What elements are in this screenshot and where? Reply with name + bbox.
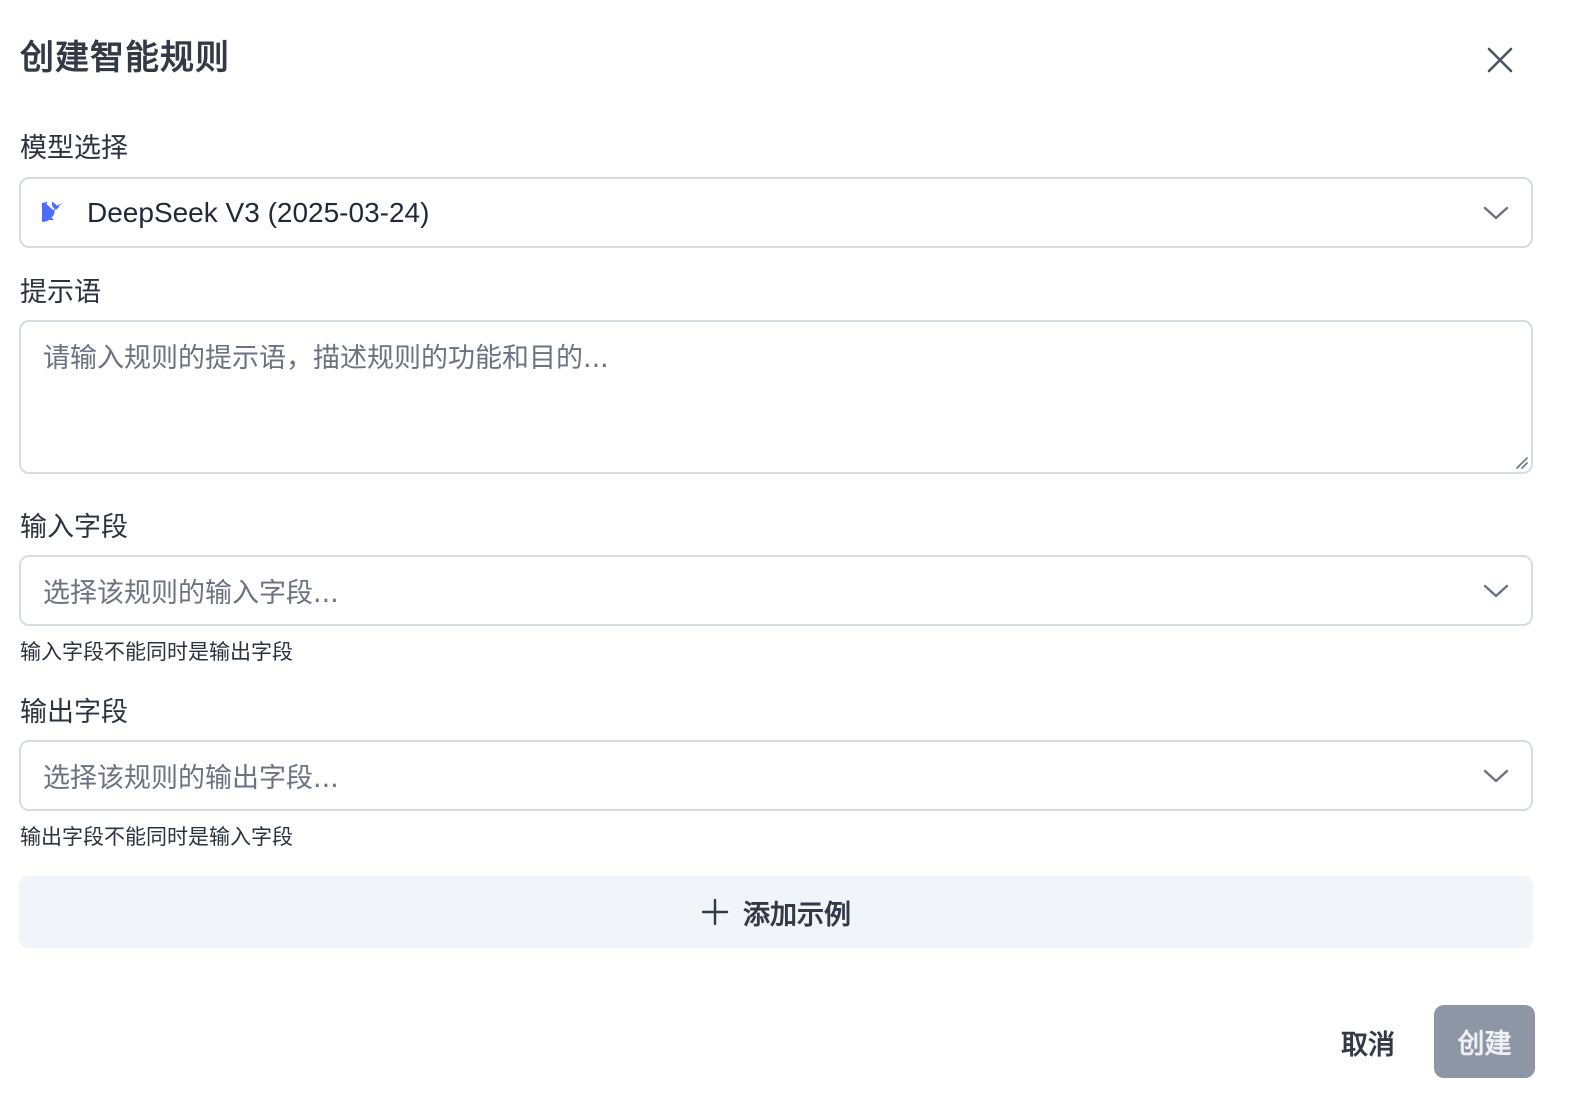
input-fields-placeholder: 选择该规则的输入字段...	[43, 578, 339, 609]
output-fields-select[interactable]: 选择该规则的输出字段...	[19, 740, 1533, 811]
prompt-placeholder: 请输入规则的提示语，描述规则的功能和目的...	[43, 343, 609, 374]
model-select-label: 模型选择	[20, 133, 128, 164]
dialog-title: 创建智能规则	[20, 38, 230, 78]
close-button[interactable]	[1478, 38, 1522, 82]
chevron-down-icon	[1481, 198, 1511, 228]
chevron-down-icon	[1481, 576, 1511, 606]
input-fields-select[interactable]: 选择该规则的输入字段...	[19, 555, 1533, 626]
add-example-label: 添加示例	[743, 899, 851, 931]
deepseek-whale-icon	[41, 197, 73, 229]
output-fields-placeholder: 选择该规则的输出字段...	[43, 763, 339, 794]
output-fields-label: 输出字段	[20, 697, 128, 728]
model-select-value: DeepSeek V3 (2025-03-24)	[87, 196, 430, 228]
chevron-down-icon	[1481, 761, 1511, 791]
prompt-textarea[interactable]: 请输入规则的提示语，描述规则的功能和目的...	[19, 320, 1533, 474]
input-fields-label: 输入字段	[20, 512, 128, 543]
resize-handle-icon[interactable]	[1513, 454, 1529, 470]
add-example-button[interactable]: 添加示例	[19, 876, 1533, 948]
close-icon	[1487, 47, 1513, 73]
input-fields-helper: 输入字段不能同时是输出字段	[20, 640, 293, 664]
plus-icon	[701, 898, 729, 926]
model-select[interactable]: DeepSeek V3 (2025-03-24)	[19, 177, 1533, 248]
create-button[interactable]: 创建	[1434, 1005, 1535, 1078]
prompt-label: 提示语	[20, 277, 101, 308]
create-rule-dialog: 创建智能规则 模型选择 DeepSeek V3 (2025-03-24) 提示语…	[0, 0, 1578, 1112]
output-fields-helper: 输出字段不能同时是输入字段	[20, 825, 293, 849]
cancel-button[interactable]: 取消	[1320, 1006, 1416, 1078]
